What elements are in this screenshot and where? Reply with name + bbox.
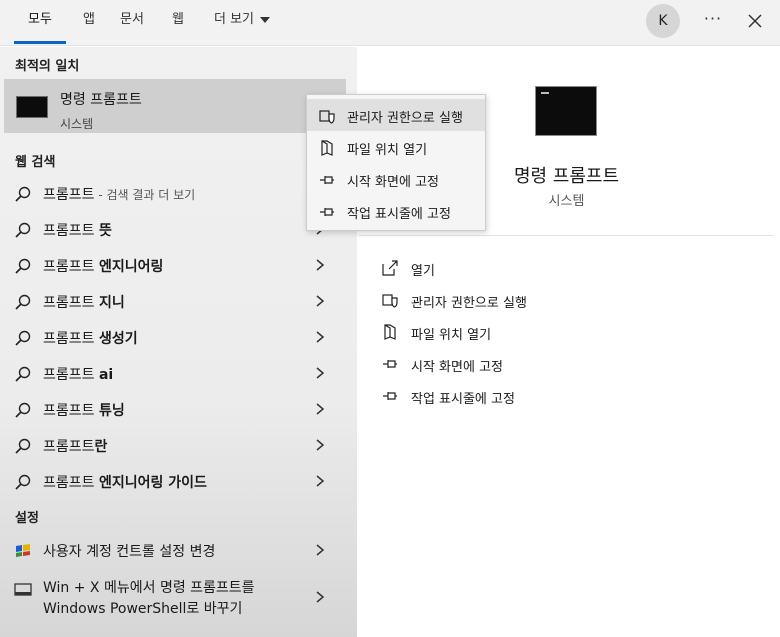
context-menu-run-as-admin[interactable]: 관리자 권한으로 실행	[307, 99, 485, 131]
chevron-right-icon	[316, 295, 325, 307]
close-button[interactable]	[742, 8, 768, 34]
web-search-item[interactable]: 프롬프트 - 검색 결과 더 보기	[4, 175, 346, 211]
settings-item-powershell-line1: Win + X 메뉴에서 명령 프롬프트를	[43, 580, 255, 596]
search-tab-bar: 모두 앱 문서 웹 더 보기 K ···	[0, 0, 780, 46]
more-options-button[interactable]: ···	[700, 8, 726, 34]
pin-icon	[383, 392, 397, 400]
context-menu-run-as-admin-label: 관리자 권한으로 실행	[347, 111, 463, 126]
web-suggestion-label: 프롬프트 튜닝	[43, 403, 125, 419]
web-suggestion-item[interactable]: 프롬프트 엔지니어링	[4, 247, 346, 283]
best-match-heading: 최적의 일치	[15, 59, 80, 74]
web-suggestion-label: 프롬프트란	[43, 439, 108, 455]
chevron-right-icon	[316, 591, 325, 603]
web-suggestion-label: 프롬프트 엔지니어링	[43, 259, 164, 275]
chevron-right-icon	[316, 367, 325, 379]
command-prompt-app-icon	[16, 96, 48, 118]
results-panel: 최적의 일치 명령 프롬프트 시스템 웹 검색 프롬프트 - 검색 결과 더 보…	[0, 47, 357, 637]
context-menu-pin-to-start[interactable]: 시작 화면에 고정	[307, 163, 485, 195]
search-icon	[15, 366, 31, 382]
web-suggestion-item[interactable]: 프롬프트란	[4, 427, 346, 463]
web-suggestion-item[interactable]: 프롬프트 지니	[4, 283, 346, 319]
open-icon	[382, 260, 398, 276]
action-run-as-admin[interactable]: 관리자 권한으로 실행	[382, 288, 682, 316]
settings-item-powershell-line2: Windows PowerShell로 바꾸기	[43, 601, 243, 617]
context-menu: 관리자 권한으로 실행 파일 위치 열기 시작 화면에 고정 작업 표시줄에 고…	[306, 94, 486, 231]
web-suggestion-item[interactable]: 프롬프트 튜닝	[4, 391, 346, 427]
search-icon	[15, 330, 31, 346]
chevron-right-icon	[316, 475, 325, 487]
tab-web[interactable]: 웹	[164, 0, 192, 44]
search-icon	[15, 186, 31, 202]
chevron-down-icon	[260, 16, 270, 23]
web-search-label: 프롬프트 - 검색 결과 더 보기	[43, 187, 196, 203]
web-suggestion-item[interactable]: 프롬프트 뜻	[4, 211, 346, 247]
settings-item-powershell[interactable]: Win + X 메뉴에서 명령 프롬프트를 Windows PowerShell…	[4, 571, 346, 621]
web-suggestion-item[interactable]: 프롬프트 엔지니어링 가이드	[4, 463, 346, 499]
best-match-name: 명령 프롬프트	[60, 92, 142, 108]
chevron-right-icon	[316, 403, 325, 415]
web-suggestion-item[interactable]: 프롬프트 ai	[4, 355, 346, 391]
best-match-item[interactable]: 명령 프롬프트 시스템	[4, 79, 346, 133]
web-suggestion-label: 프롬프트 엔지니어링 가이드	[43, 475, 207, 491]
web-suggestion-label: 프롬프트 ai	[43, 367, 114, 383]
search-icon	[15, 258, 31, 274]
best-match-type: 시스템	[60, 117, 94, 131]
pin-icon	[383, 360, 397, 368]
search-icon	[15, 474, 31, 490]
action-open-file-location[interactable]: 파일 위치 열기	[382, 320, 682, 348]
folder-icon	[321, 140, 333, 156]
context-menu-pin-to-start-label: 시작 화면에 고정	[347, 175, 439, 190]
folder-icon	[384, 324, 396, 340]
web-suggestion-label: 프롬프트 뜻	[43, 223, 112, 239]
chevron-right-icon	[316, 439, 325, 451]
web-suggestion-item[interactable]: 프롬프트 생성기	[4, 319, 346, 355]
search-icon	[15, 438, 31, 454]
action-run-as-admin-label: 관리자 권한으로 실행	[411, 296, 527, 311]
action-open-file-location-label: 파일 위치 열기	[411, 328, 492, 343]
shield-icon	[382, 294, 398, 308]
search-icon	[15, 294, 31, 310]
close-icon	[748, 14, 762, 28]
context-menu-open-file-location-label: 파일 위치 열기	[347, 143, 428, 158]
tab-more[interactable]: 더 보기	[206, 0, 278, 44]
chevron-right-icon	[316, 331, 325, 343]
action-open[interactable]: 열기	[382, 256, 682, 284]
command-prompt-large-icon	[535, 86, 597, 136]
tab-documents[interactable]: 문서	[113, 0, 151, 44]
shield-icon	[319, 110, 335, 124]
action-pin-to-taskbar[interactable]: 작업 표시줄에 고정	[382, 384, 682, 412]
settings-item-uac-label: 사용자 계정 컨트롤 설정 변경	[43, 544, 216, 560]
web-suggestion-label: 프롬프트 생성기	[43, 331, 138, 347]
uac-flag-icon	[16, 544, 30, 557]
search-icon	[15, 222, 31, 238]
action-pin-to-start-label: 시작 화면에 고정	[411, 360, 503, 375]
context-menu-open-file-location[interactable]: 파일 위치 열기	[307, 131, 485, 163]
web-search-heading: 웹 검색	[15, 155, 56, 170]
search-icon	[15, 402, 31, 418]
taskbar-settings-icon	[14, 583, 32, 596]
pin-icon	[320, 176, 334, 184]
settings-item-uac[interactable]: 사용자 계정 컨트롤 설정 변경	[4, 532, 346, 568]
tab-more-label: 더 보기	[213, 12, 254, 27]
account-avatar[interactable]: K	[646, 4, 680, 38]
settings-heading: 설정	[15, 511, 39, 526]
chevron-right-icon	[316, 259, 325, 271]
action-pin-to-taskbar-label: 작업 표시줄에 고정	[411, 392, 515, 407]
pin-icon	[320, 208, 334, 216]
action-open-label: 열기	[411, 264, 435, 279]
context-menu-pin-to-taskbar-label: 작업 표시줄에 고정	[347, 207, 451, 222]
chevron-right-icon	[316, 544, 325, 556]
tab-all[interactable]: 모두	[14, 0, 66, 44]
tab-apps[interactable]: 앱	[76, 0, 102, 44]
web-suggestion-label: 프롬프트 지니	[43, 295, 125, 311]
action-pin-to-start[interactable]: 시작 화면에 고정	[382, 352, 682, 380]
context-menu-pin-to-taskbar[interactable]: 작업 표시줄에 고정	[307, 195, 485, 227]
